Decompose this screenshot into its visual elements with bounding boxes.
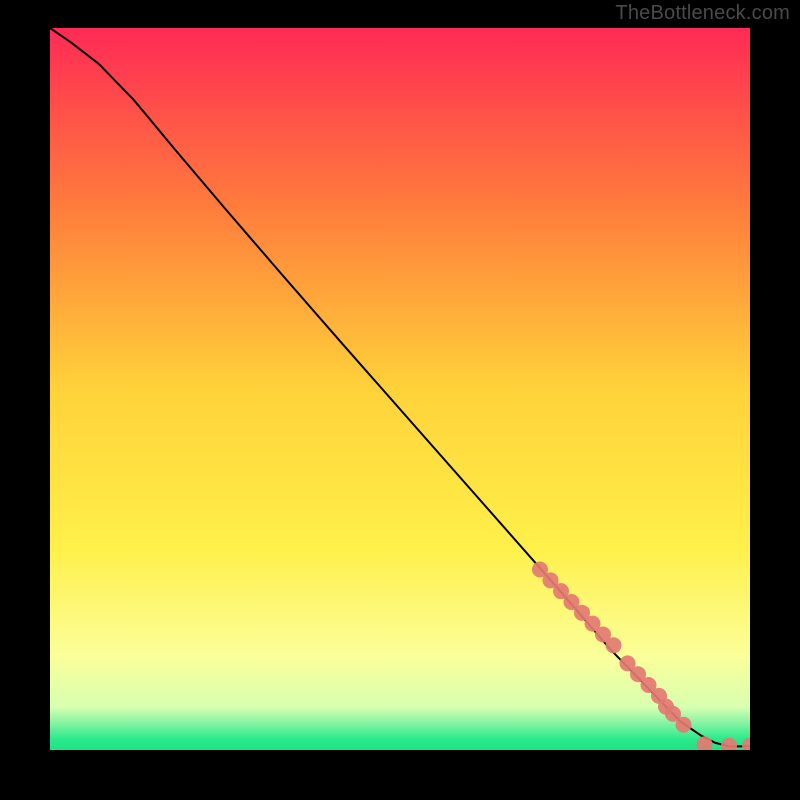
data-point bbox=[676, 717, 692, 733]
plot-area bbox=[50, 28, 750, 750]
gradient-bg bbox=[50, 28, 750, 750]
chart-frame: TheBottleneck.com bbox=[0, 0, 800, 800]
data-point bbox=[606, 637, 622, 653]
chart-svg bbox=[50, 28, 750, 750]
watermark-text: TheBottleneck.com bbox=[615, 2, 790, 25]
